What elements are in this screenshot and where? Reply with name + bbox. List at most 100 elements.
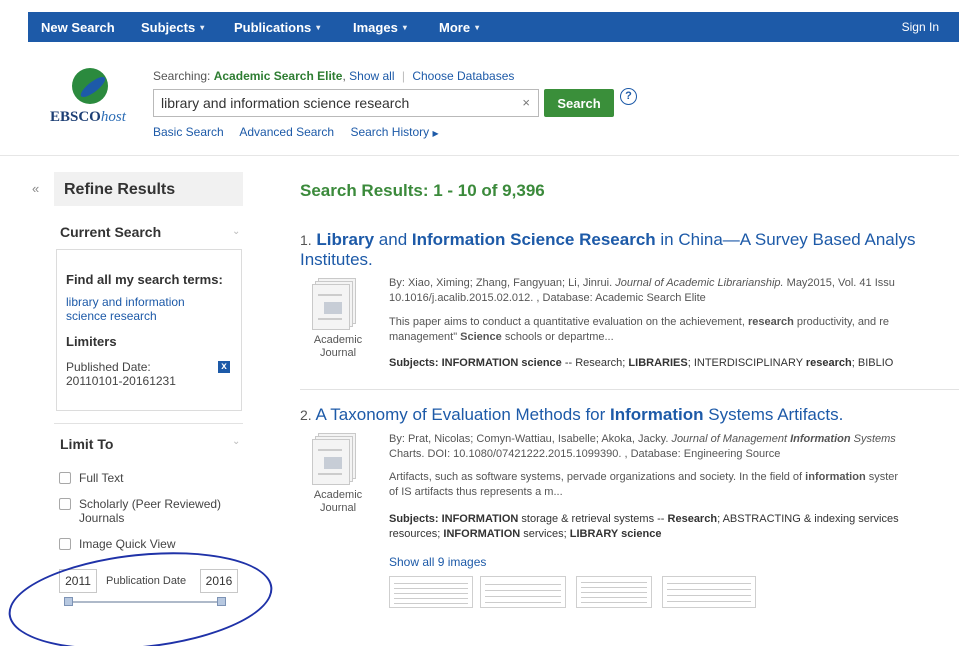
result-title-2[interactable]: 2. A Taxonomy of Evaluation Methods for … [300, 405, 843, 425]
academic-journal-icon[interactable] [312, 278, 358, 330]
limit-to-title[interactable]: Limit To [60, 436, 113, 452]
sign-in-link[interactable]: Sign In [902, 20, 939, 34]
current-search-title[interactable]: Current Search [60, 224, 161, 240]
result-abstract: This paper aims to conduct a quantitativ… [389, 315, 889, 330]
result-number: 2. [300, 407, 312, 423]
refine-results-title: Refine Results [64, 181, 176, 198]
help-icon[interactable]: ? [620, 88, 637, 105]
remove-limiter-icon[interactable]: x [218, 361, 230, 373]
title-part: A Taxonomy of Evaluation Methods for [315, 405, 611, 424]
nav-publications[interactable]: Publications ▾ [234, 20, 320, 35]
title-part: Information [610, 405, 704, 424]
subject-term[interactable]: resources; [389, 528, 443, 540]
nav-images[interactable]: Images ▾ [353, 20, 407, 35]
top-nav-bar: New Search Subjects ▾ Publications ▾ Image… [28, 12, 959, 42]
chevron-down-icon: ▾ [402, 23, 407, 32]
scholarly-label[interactable]: Scholarly (Peer Reviewed) Journals [79, 497, 239, 525]
nav-new-search[interactable]: New Search [41, 20, 115, 35]
checkbox-full-text[interactable] [59, 472, 71, 484]
limiters-title: Limiters [66, 334, 117, 349]
nav-more[interactable]: More ▾ [439, 20, 479, 35]
logo-host-text: host [100, 109, 126, 125]
search-button[interactable]: Search [544, 89, 614, 117]
nav-subjects-label: Subjects [141, 20, 196, 35]
abstract-text: management" [389, 331, 461, 343]
title-part: Research [579, 230, 656, 249]
journal-highlight: Information [790, 433, 851, 445]
search-history-link[interactable]: Search History ▶ [350, 125, 438, 139]
logo-main-text: EBSCO [50, 109, 101, 125]
abstract-highlight: information [805, 471, 866, 483]
result-title-1-line2[interactable]: Institutes. [300, 250, 373, 270]
subject-term[interactable]: ; BIBLIO [852, 357, 894, 369]
image-thumbnail[interactable] [576, 576, 652, 608]
comma: , [342, 69, 346, 83]
nav-subjects[interactable]: Subjects ▾ [141, 20, 204, 35]
result-abstract-line2: of IS artifacts thus represents a m... [389, 486, 563, 498]
image-quick-view-label[interactable]: Image Quick View [79, 537, 176, 551]
choose-databases-link[interactable]: Choose Databases [412, 69, 514, 83]
subject-term[interactable]: Research [668, 513, 718, 525]
published-date-limiter: Published Date: 20110101-20161231 [66, 360, 176, 388]
basic-search-link[interactable]: Basic Search [153, 125, 224, 139]
subject-term[interactable]: storage & retrieval systems -- [518, 513, 667, 525]
refine-results-header: Refine Results [54, 172, 243, 206]
show-all-images-link[interactable]: Show all 9 images [389, 555, 486, 569]
result-title-1[interactable]: 1. Library and Information Science Resea… [300, 230, 916, 250]
annotation-circle [3, 540, 278, 646]
result-subjects: Subjects: INFORMATION storage & retrieva… [389, 512, 899, 527]
chevron-down-icon[interactable]: ⌄ [232, 436, 240, 447]
result-divider [300, 389, 959, 390]
full-text-label[interactable]: Full Text [79, 471, 123, 485]
publication-type: Academic Journal [313, 489, 363, 514]
volume: May2015, Vol. 41 Issu [783, 277, 895, 289]
results-heading: Search Results: 1 - 10 of 9,396 [300, 181, 545, 200]
nav-images-label: Images [353, 20, 398, 35]
ebsco-logo-text[interactable]: EBSCOhost [50, 109, 126, 126]
subjects-label: Subjects: [389, 513, 439, 525]
title-part: Science [510, 230, 575, 249]
collapse-icon[interactable]: « [32, 181, 39, 196]
title-part: in China—A Survey Based Analys [655, 230, 916, 249]
subject-term[interactable]: INFORMATION [439, 513, 519, 525]
subject-term[interactable]: INFORMATION science [439, 357, 562, 369]
result-abstract-line2: management" Science schools or departme.… [389, 330, 614, 345]
checkbox-image-quick-view[interactable] [59, 538, 71, 550]
search-input[interactable] [154, 90, 514, 116]
image-thumbnail[interactable] [480, 576, 566, 608]
searching-label: Searching: [153, 69, 211, 83]
nav-new-search-label: New Search [41, 20, 115, 35]
subject-term[interactable]: LIBRARY science [570, 528, 662, 540]
publication-type: Academic Journal [313, 334, 363, 359]
image-thumbnail[interactable] [389, 576, 473, 608]
advanced-search-link[interactable]: Advanced Search [239, 125, 334, 139]
header-divider [0, 155, 959, 156]
subject-term[interactable]: ; INTERDISCIPLINARY [688, 357, 806, 369]
journal: Systems [850, 433, 896, 445]
subject-term[interactable]: LIBRARIES [628, 357, 687, 369]
result-meta: By: Prat, Nicolas; Comyn-Wattiau, Isabel… [389, 432, 896, 447]
subject-term[interactable]: services; [520, 528, 570, 540]
checkbox-scholarly[interactable] [59, 498, 71, 510]
show-all-link[interactable]: Show all [349, 69, 394, 83]
subject-term[interactable]: research [806, 357, 852, 369]
clear-icon[interactable]: × [522, 95, 530, 110]
search-links: Basic Search Advanced Search Search Hist… [153, 125, 452, 139]
subject-term[interactable]: -- Research; [562, 357, 629, 369]
search-term-link[interactable]: library and information science research [66, 295, 206, 323]
image-thumbnail[interactable] [662, 576, 756, 608]
chevron-down-icon: ▾ [200, 23, 205, 32]
authors: By: Prat, Nicolas; Comyn-Wattiau, Isabel… [389, 433, 672, 445]
chevron-down-icon[interactable]: ⌄ [232, 226, 240, 237]
ebsco-logo-icon[interactable] [72, 68, 108, 104]
subject-term[interactable]: INFORMATION [443, 528, 520, 540]
abstract-text: Artifacts, such as software systems, per… [389, 471, 806, 483]
result-meta-doi: 10.1016/j.acalib.2015.02.012. , Database… [389, 292, 706, 304]
separator: | [401, 69, 405, 83]
result-number: 1. [300, 232, 312, 248]
abstract-text: productivity, and re [793, 316, 890, 328]
title-part: Systems Artifacts. [703, 405, 844, 424]
subject-term[interactable]: ; ABSTRACTING & indexing services [717, 513, 899, 525]
academic-journal-icon[interactable] [312, 433, 358, 485]
sidebar-divider [54, 423, 243, 424]
